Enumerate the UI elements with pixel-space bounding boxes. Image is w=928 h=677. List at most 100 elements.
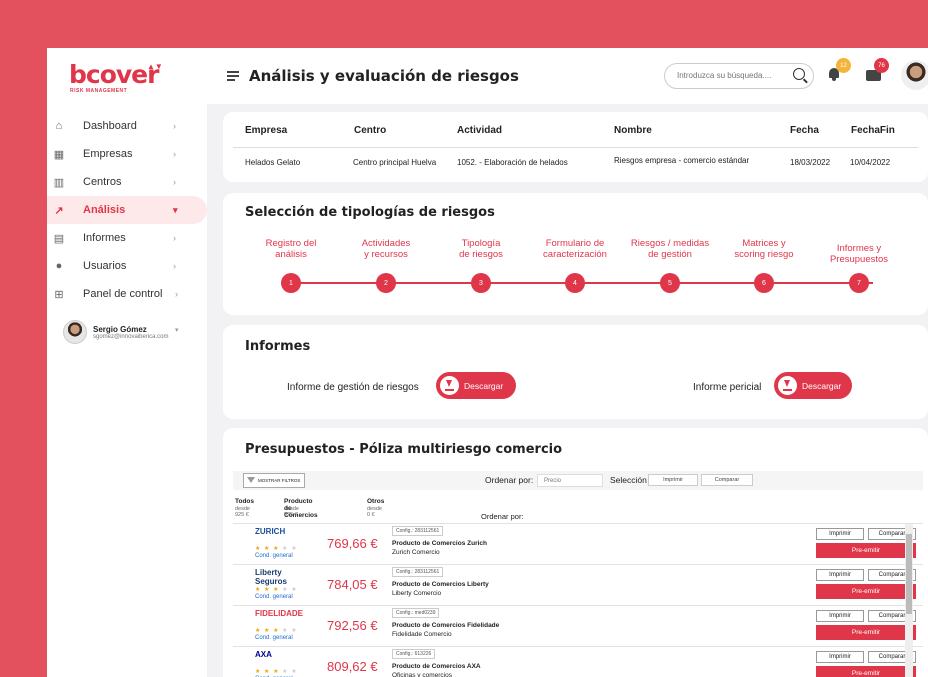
download-icon — [440, 376, 459, 395]
document-icon: ▤ — [53, 232, 65, 245]
column-header: Fecha — [790, 125, 819, 136]
step-label-line: de riesgos — [459, 249, 503, 260]
insurer-logo: AXA — [255, 650, 272, 659]
provider-name: Oficinas y comercios — [392, 672, 452, 677]
divider — [233, 147, 918, 148]
step-label[interactable]: Riesgos / medidas de gestión — [625, 238, 715, 260]
home-icon: ⌂ — [55, 120, 63, 132]
table-row: AXA★ ★ ★ ★ ★Cond. general809,62 €Config.… — [233, 646, 923, 677]
show-filters-button[interactable]: MOSTRAR FILTROS — [243, 473, 305, 488]
table-cell: Riesgos empresa - comercio estándar — [614, 156, 750, 165]
step-label-line: Actividades — [361, 238, 411, 249]
sidebar-item-centros[interactable]: ▥ Centros › — [47, 168, 207, 196]
search-icon[interactable] — [793, 68, 805, 80]
order-select[interactable]: Precio — [537, 474, 603, 487]
table-row: FIDELIDADE ★ ★ ★ ★ ★ Cond. general 792,56 €… — [233, 605, 923, 646]
compare-selection-button[interactable]: Comparar — [701, 474, 753, 486]
selection-label: Selección — [610, 475, 647, 485]
user-info: Sergio Gómez sgomez@innovaiberica.com — [93, 325, 168, 340]
app-frame: bcover ▲▼ RISK MANAGEMENT ⌂ Dashboard › … — [47, 48, 928, 677]
print-button[interactable]: Imprimir — [816, 610, 864, 622]
insurer-logo: ZURICH — [255, 527, 286, 536]
tab-todos[interactable]: Todos — [235, 498, 254, 505]
summary-card: Empresa Centro Actividad Nombre Fecha Fe… — [223, 112, 928, 182]
product-name: Producto de Comercios Liberty — [392, 581, 489, 588]
chevron-down-icon[interactable]: ▾ — [175, 326, 179, 334]
step-number[interactable]: 5 — [660, 273, 680, 293]
step-label[interactable]: Actividades y recursos — [341, 238, 431, 260]
step-label[interactable]: Tipología de riesgos — [436, 238, 526, 260]
step-label[interactable]: Informes y Presupuestos — [814, 243, 904, 265]
sidebar-item-label: Análisis — [83, 204, 126, 216]
pre-issue-button[interactable]: Pre-emitir — [816, 584, 916, 599]
sidebar-item-panel-de-control[interactable]: ⊞ Panel de control › — [47, 280, 207, 308]
step-label[interactable]: Registro del análisis — [246, 238, 336, 260]
pre-issue-button[interactable]: Pre-emitir — [816, 625, 916, 640]
chevron-right-icon: › — [175, 289, 178, 299]
step-number[interactable]: 7 — [849, 273, 869, 293]
avatar[interactable] — [901, 60, 928, 90]
pre-issue-button[interactable]: Pre-emitir — [816, 543, 916, 558]
step-label-line: Riesgos / medidas — [630, 238, 710, 249]
print-button[interactable]: Imprimir — [816, 651, 864, 663]
step-number[interactable]: 3 — [471, 273, 491, 293]
scrollbar[interactable] — [905, 524, 913, 677]
print-button[interactable]: Imprimir — [816, 569, 864, 581]
step-number[interactable]: 6 — [754, 273, 774, 293]
price: 784,05 € — [327, 577, 378, 592]
sidebar-item-label: Centros — [83, 176, 122, 188]
price: 792,56 € — [327, 618, 378, 633]
table-cell: 18/03/2022 — [790, 158, 831, 167]
general-conditions-link[interactable]: Cond. general — [255, 594, 293, 600]
general-conditions-link[interactable]: Cond. general — [255, 553, 293, 559]
print-selection-button[interactable]: Imprimir — [648, 474, 698, 486]
rating-stars: ★ ★ ★ ★ ★ — [255, 546, 298, 552]
risk-typology-card: Selección de tipologías de riesgos Regis… — [223, 193, 928, 315]
download-button-label: Descargar — [802, 380, 842, 391]
config-tag: Config.: 613226 — [392, 649, 436, 659]
sidebar-item-empresas[interactable]: ▦ Empresas › — [47, 140, 207, 168]
chevron-right-icon: › — [173, 121, 176, 131]
user-profile[interactable]: Sergio Gómez sgomez@innovaiberica.com ▾ — [63, 320, 179, 344]
users-icon: ● — [55, 260, 63, 272]
search-input[interactable] — [677, 71, 777, 80]
step-label[interactable]: Matrices y scoring riesgo — [719, 238, 809, 260]
config-tag: Config.: 283112561 — [392, 567, 444, 577]
sidebar-item-analisis[interactable]: ↗ Análisis ▾ — [47, 196, 207, 224]
menu-icon[interactable] — [227, 69, 239, 84]
table-cell: 10/04/2022 — [850, 158, 891, 167]
step-label[interactable]: Formulario de caracterización — [530, 238, 620, 260]
sidebar-item-informes[interactable]: ▤ Informes › — [47, 224, 207, 252]
column-header: Centro — [354, 125, 387, 136]
config-tag: Config.: med0239 — [392, 608, 440, 618]
step-label-line: caracterización — [543, 249, 607, 260]
step-label-line: de gestión — [648, 249, 692, 260]
section-title: Selección de tipologías de riesgos — [245, 205, 495, 220]
download-button[interactable]: Descargar — [774, 372, 852, 399]
tab-otros[interactable]: Otros — [367, 498, 384, 505]
chevron-right-icon: › — [173, 149, 176, 159]
download-button-label: Descargar — [464, 380, 504, 391]
step-number[interactable]: 4 — [565, 273, 585, 293]
page-title: Análisis y evaluación de riesgos — [249, 67, 519, 85]
filter-icon — [247, 477, 255, 483]
pre-issue-button[interactable]: Pre-emitir — [816, 666, 916, 677]
table-cell: Helados Gelato — [245, 158, 301, 167]
sidebar-item-dashboard[interactable]: ⌂ Dashboard › — [47, 112, 207, 140]
print-button[interactable]: Imprimir — [816, 528, 864, 540]
logo-triangles-icon: ▲▼ — [147, 62, 163, 71]
sidebar-item-usuarios[interactable]: ● Usuarios › — [47, 252, 207, 280]
general-conditions-link[interactable]: Cond. general — [255, 635, 293, 641]
logo-subtitle: RISK MANAGEMENT — [70, 88, 128, 94]
provider-name: Fidelidade Comercio — [392, 631, 452, 638]
step-number[interactable]: 2 — [376, 273, 396, 293]
sidebar-item-label: Panel de control — [83, 288, 163, 300]
provider-name: Zurich Comercio — [392, 549, 440, 556]
sidebar-item-label: Empresas — [83, 148, 133, 160]
filter-label: MOSTRAR FILTROS — [258, 478, 301, 483]
building-icon: ▦ — [53, 148, 65, 161]
step-label-line: scoring riesgo — [734, 249, 794, 260]
download-button[interactable]: Descargar — [436, 372, 516, 399]
notification-badge: 12 — [836, 58, 851, 73]
step-number[interactable]: 1 — [281, 273, 301, 293]
